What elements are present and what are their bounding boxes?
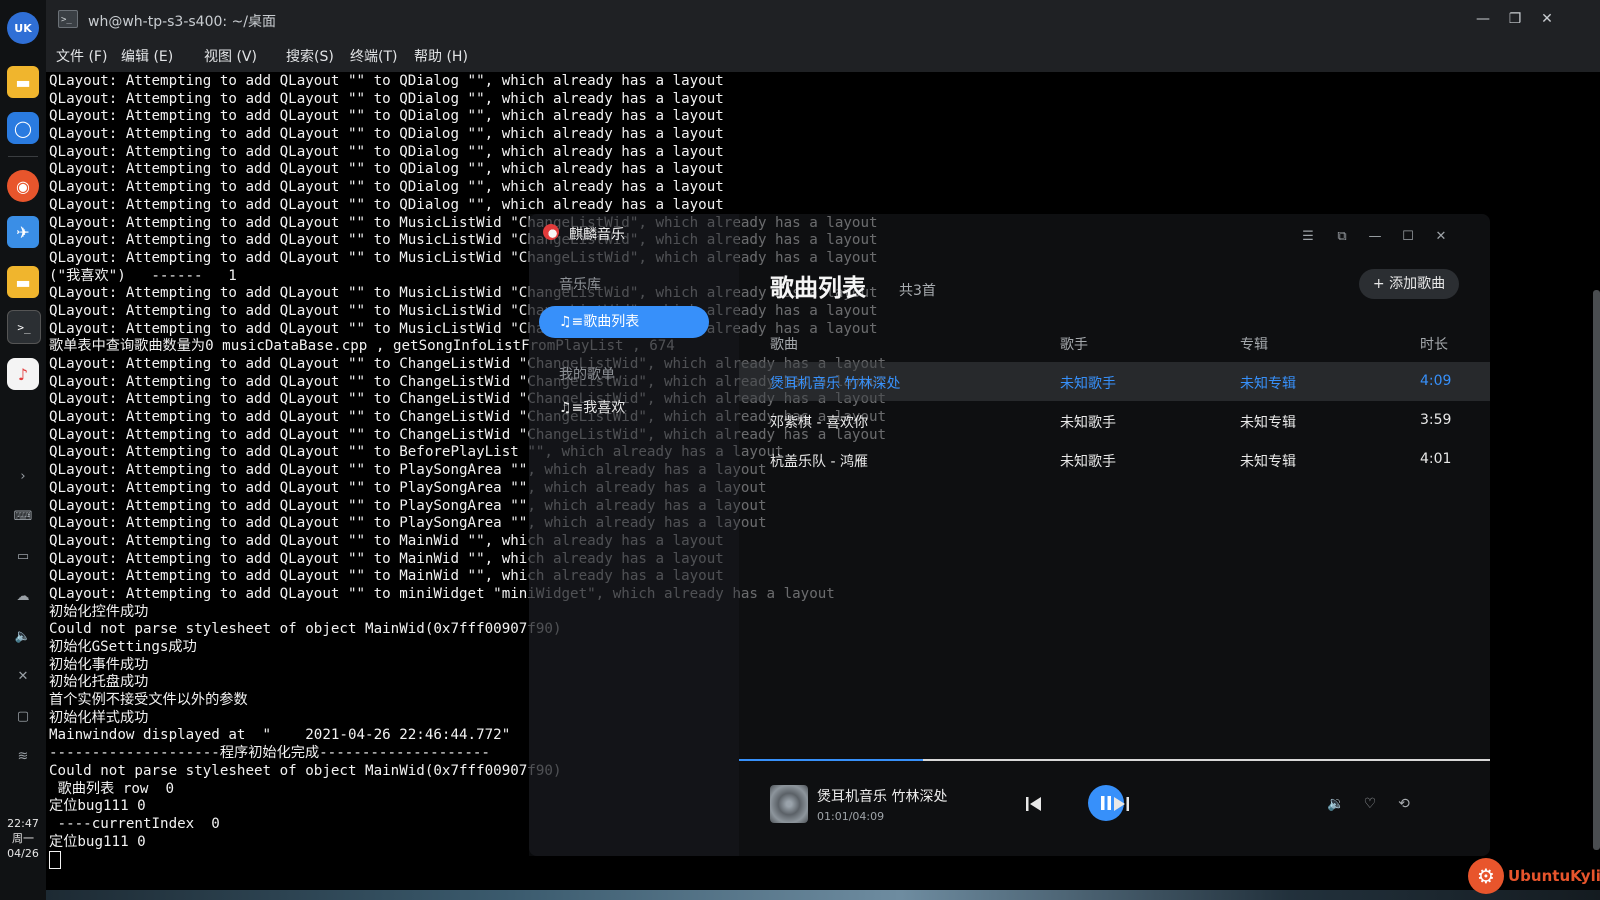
terminal-titlebar[interactable]: >_ wh@wh-tp-s3-s400: ~/桌面 — ❐ ✕: [46, 0, 1600, 40]
now-playing-time: 01:01/04:09: [817, 810, 885, 823]
ubuntukylin-text: UbuntuKylin: [1508, 867, 1600, 885]
notification-icon[interactable]: ▢: [13, 706, 33, 726]
bluetooth-off-icon[interactable]: ✕: [13, 666, 33, 686]
previous-icon: [1026, 797, 1041, 811]
song-count: 共3首: [899, 283, 936, 299]
folder-icon[interactable]: ▬: [7, 266, 39, 298]
terminal-line: QLayout: Attempting to add QLayout "" to…: [49, 126, 724, 143]
page-title: 歌曲列表: [770, 274, 866, 302]
clock-weekday: 周一: [12, 832, 34, 845]
cloud-icon[interactable]: ☁: [13, 586, 33, 606]
terminal-line: QLayout: Attempting to add QLayout "" to…: [49, 73, 724, 89]
music-player-icon[interactable]: ♪: [7, 358, 39, 390]
start-menu-icon[interactable]: UK: [7, 12, 39, 44]
sidebar-item-favorites[interactable]: ♫≡我喜欢: [539, 392, 709, 424]
column-header-duration: 时长: [1420, 337, 1448, 353]
song-album: 未知专辑: [1240, 415, 1296, 431]
song-title: 杭盖乐队 - 鸿雁: [770, 454, 868, 470]
song-duration: 4:01: [1420, 451, 1452, 467]
left-taskbar: UK ▬ ◯ ◉ ✈ ▬ >_ ♪ › ⌨ ▭ ☁ 🔈 ✕ ▢ ≋ 22:47 …: [0, 0, 46, 900]
menu-view[interactable]: 视图 (V): [204, 46, 257, 66]
desktop-wallpaper: [46, 890, 1600, 900]
clock[interactable]: 22:47 周一 04/26: [0, 816, 46, 861]
previous-track-button[interactable]: [1023, 793, 1045, 815]
ubuntukylin-watermark: ⚙ UbuntuKylin: [1468, 858, 1600, 894]
battery-icon[interactable]: ▭: [13, 546, 33, 566]
song-duration: 4:09: [1420, 373, 1452, 389]
search-app-icon[interactable]: ◯: [7, 112, 39, 144]
clock-time: 22:47: [7, 817, 39, 830]
sidebar-item-song-list[interactable]: ♫≡歌曲列表: [539, 306, 709, 338]
song-artist: 未知歌手: [1060, 454, 1116, 470]
table-row[interactable]: 邓紫棋 - 喜欢你 未知歌手 未知专辑 3:59: [739, 401, 1490, 440]
mini-mode-icon[interactable]: ⧉: [1332, 226, 1352, 246]
music-app-name: 麒麟音乐: [569, 227, 625, 243]
song-album: 未知专辑: [1240, 454, 1296, 470]
minimize-icon[interactable]: —: [1365, 226, 1385, 246]
terminal-line: QLayout: Attempting to add QLayout "" to…: [49, 90, 724, 107]
terminal-title: wh@wh-tp-s3-s400: ~/桌面: [88, 14, 277, 30]
terminal-icon[interactable]: >_: [7, 310, 41, 344]
close-icon[interactable]: ✕: [1536, 8, 1558, 30]
menu-file[interactable]: 文件 (F): [56, 46, 107, 66]
song-title: 煲耳机音乐 竹林深处: [770, 376, 901, 392]
favorite-heart-icon[interactable]: ♡: [1360, 794, 1380, 814]
album-cover[interactable]: [770, 785, 808, 823]
menu-terminal[interactable]: 终端(T): [350, 46, 397, 66]
music-logo-icon: [543, 224, 559, 240]
loop-mode-icon[interactable]: ⟲: [1394, 794, 1414, 814]
playback-progress[interactable]: [739, 759, 1490, 761]
section-library: 音乐库: [559, 277, 601, 293]
menu-edit[interactable]: 编辑 (E): [121, 46, 173, 66]
terminal-app-icon: >_: [58, 10, 78, 28]
song-title: 邓紫棋 - 喜欢你: [770, 415, 868, 431]
song-artist: 未知歌手: [1060, 376, 1116, 392]
terminal-cursor: [49, 851, 61, 870]
firefox-icon[interactable]: ◉: [7, 170, 39, 202]
terminal-line: QLayout: Attempting to add QLayout "" to…: [49, 161, 724, 178]
song-artist: 未知歌手: [1060, 415, 1116, 431]
terminal-line: QLayout: Attempting to add QLayout "" to…: [49, 179, 724, 196]
table-row[interactable]: 煲耳机音乐 竹林深处 未知歌手 未知专辑 4:09: [739, 362, 1490, 401]
column-header-album: 专辑: [1240, 337, 1268, 353]
terminal-menubar: 文件 (F) 编辑 (E) 视图 (V) 搜索(S) 终端(T) 帮助 (H): [46, 40, 1600, 72]
next-icon: [1114, 797, 1129, 811]
wifi-icon[interactable]: ≋: [13, 746, 33, 766]
maximize-icon[interactable]: ☐: [1398, 226, 1418, 246]
kylin-assistant-icon[interactable]: ✈: [7, 216, 39, 248]
playback-progress-fill: [739, 759, 923, 761]
terminal-line: QLayout: Attempting to add QLayout "" to…: [49, 108, 724, 125]
menu-help[interactable]: 帮助 (H): [414, 46, 468, 66]
song-album: 未知专辑: [1240, 376, 1296, 392]
close-icon[interactable]: ✕: [1431, 226, 1451, 246]
terminal-line: QLayout: Attempting to add QLayout "" to…: [49, 196, 724, 213]
table-row[interactable]: 杭盖乐队 - 鸿雁 未知歌手 未知专辑 4:01: [739, 440, 1490, 479]
expand-tray-icon[interactable]: ›: [13, 466, 33, 486]
keyboard-icon[interactable]: ⌨: [13, 506, 33, 526]
restore-icon[interactable]: ❐: [1504, 8, 1526, 30]
volume-icon[interactable]: 🔈: [13, 626, 33, 646]
music-player-window: 麒麟音乐 音乐库 ♫≡歌曲列表 我的歌单 ♫≡我喜欢 ☰ ⧉ — ☐ ✕ 歌曲列…: [529, 214, 1490, 856]
terminal-line: QLayout: Attempting to add QLayout "" to…: [49, 143, 724, 160]
now-playing-title: 煲耳机音乐 竹林深处: [817, 789, 948, 805]
next-track-button[interactable]: [1110, 793, 1132, 815]
menu-icon[interactable]: ☰: [1298, 226, 1318, 246]
volume-icon[interactable]: 🔉: [1326, 794, 1346, 814]
menu-search[interactable]: 搜索(S): [286, 46, 334, 66]
add-song-button[interactable]: + 添加歌曲: [1359, 269, 1459, 299]
column-header-song: 歌曲: [770, 337, 798, 353]
file-manager-icon[interactable]: ▬: [7, 66, 39, 98]
clock-date: 04/26: [7, 847, 39, 860]
minimize-icon[interactable]: —: [1472, 8, 1494, 30]
terminal-scrollbar[interactable]: [1593, 290, 1600, 850]
column-header-artist: 歌手: [1060, 337, 1088, 353]
section-my-lists: 我的歌单: [559, 367, 615, 383]
song-duration: 3:59: [1420, 412, 1452, 428]
ubuntukylin-logo-icon: ⚙: [1468, 858, 1504, 894]
